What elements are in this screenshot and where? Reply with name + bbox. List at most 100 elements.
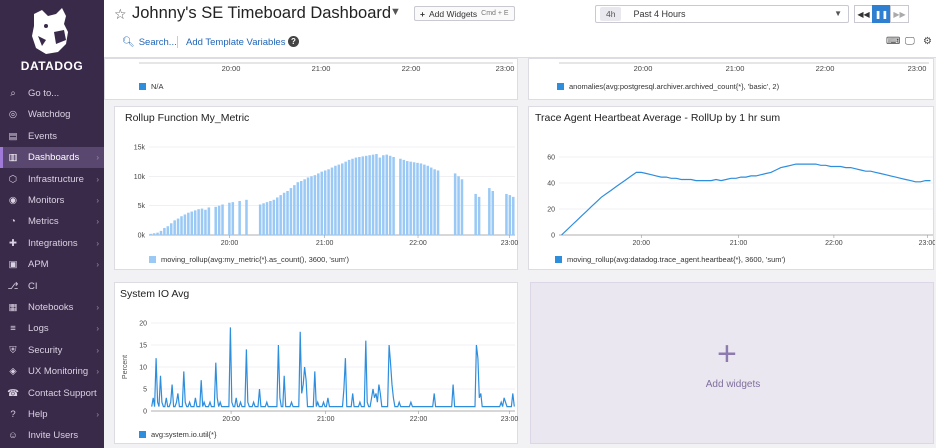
x-tick-label: 22:00 — [409, 240, 427, 247]
binoculars-icon: ◎ — [8, 109, 18, 121]
sidebar-item-events[interactable]: ▤ Events — [0, 126, 104, 147]
search-button[interactable]: 🔍︎ Search... — [122, 37, 177, 48]
legend: anomalies(avg:postgresql.archiver.archiv… — [557, 82, 779, 91]
user-add-icon: ☺ — [8, 430, 18, 442]
sidebar-item-metrics[interactable]: ◔ Metrics › — [0, 211, 104, 232]
bar — [405, 161, 409, 235]
sidebar-item-security[interactable]: ⛨ Security › — [0, 340, 104, 361]
bar — [152, 233, 156, 235]
sidebar-item-label: Go to... — [28, 88, 60, 99]
keyboard-icon[interactable]: ⌨ — [886, 36, 900, 47]
time-range-selector[interactable]: 4h Past 4 Hours ▼ — [595, 5, 849, 23]
puzzle-icon: ✚ — [9, 237, 17, 249]
sidebar-item-monitors[interactable]: ◉ Monitors › — [0, 190, 104, 211]
sidebar-item-label: Logs — [28, 323, 49, 335]
support-icon: ☎ — [7, 387, 19, 399]
x-tick-label: 23:00 — [501, 416, 519, 423]
chevron-right-icon: › — [96, 345, 99, 355]
widget-top-right[interactable]: 20:00 21:00 22:00 23:00 anomalies(avg:postg… — [528, 58, 934, 100]
sidebar-item-label: Security — [28, 344, 63, 356]
sidebar-item-ci[interactable]: ⎇ CI — [0, 276, 104, 297]
help-icon[interactable]: ? — [288, 36, 299, 47]
bar — [272, 199, 276, 235]
monitors-icon: ◉ — [8, 195, 18, 206]
add-widgets-tile[interactable]: + Add widgets — [530, 282, 934, 444]
legend: N/A — [139, 82, 164, 91]
sidebar: DATADOG ⌕ Go to... ◎ Watchdog ▤ Events ▥ Dashbo… — [0, 0, 104, 448]
sidebar-item-watchdog[interactable]: ◎ Watchdog — [0, 104, 104, 125]
brand-name: DATADOG — [20, 59, 84, 73]
bar — [457, 176, 460, 235]
sidebar-item-ux-monitoring[interactable]: ◈ UX Monitoring › — [0, 361, 104, 382]
add-template-variables-link[interactable]: Add Template Variables — [186, 37, 285, 48]
ux-icon: ◈ — [9, 366, 17, 378]
bar — [258, 204, 262, 235]
bar — [187, 212, 190, 235]
bar — [378, 157, 382, 235]
sidebar-item-infrastructure[interactable]: ⬡ Infrastructure › — [0, 169, 104, 190]
bar — [382, 155, 385, 235]
hexagons-icon: ⬡ — [8, 173, 18, 185]
bar — [306, 177, 310, 235]
sidebar-item-integrations[interactable]: ✚ Integrations › — [0, 233, 104, 254]
bar — [491, 191, 495, 235]
dog-logo-icon — [32, 8, 68, 54]
x-tick-label: 21:00 — [726, 64, 745, 73]
bar — [347, 159, 351, 235]
sidebar-item-label: UX Monitoring — [28, 366, 89, 378]
add-widgets-label: Add widgets — [705, 379, 761, 390]
chevron-right-icon: › — [96, 196, 99, 205]
time-forward-button[interactable]: ▶▶ — [890, 5, 909, 23]
x-tick-label: 22:00 — [410, 416, 428, 423]
chevron-right-icon: › — [96, 174, 99, 184]
bar — [313, 175, 317, 235]
bar — [176, 218, 180, 235]
x-tick-label: 22:00 — [402, 64, 421, 73]
tv-mode-icon[interactable]: 🖵︎ — [905, 36, 915, 47]
chevron-down-icon[interactable]: ▼ — [390, 6, 401, 18]
top-right-axis: 20:00 21:00 22:00 23:00 — [559, 62, 929, 73]
chevron-right-icon: › — [96, 238, 99, 248]
time-range-label: Past 4 Hours — [633, 9, 686, 19]
add-widgets-button[interactable]: + Add Widgets Cmd + E — [414, 6, 515, 21]
sidebar-item-dashboards[interactable]: ▥ Dashboards › — [0, 147, 104, 169]
chevron-right-icon: › — [96, 153, 99, 163]
pause-button[interactable]: ❚❚ — [872, 5, 891, 23]
sidebar-item-label: Watchdog — [28, 109, 71, 121]
bar — [204, 209, 207, 235]
sidebar-item-apm[interactable]: ▣ APM › — [0, 254, 104, 275]
time-back-button[interactable]: ◀◀ — [854, 5, 873, 23]
y-tick-label: 5k — [138, 203, 146, 210]
sidebar-item-invite-users[interactable]: ☺ Invite Users — [0, 425, 104, 446]
series-line — [561, 163, 931, 236]
chevron-right-icon: › — [96, 367, 99, 377]
widget-top-left[interactable]: 20:00 21:00 22:00 23:00 N/A — [104, 58, 518, 100]
bar — [385, 154, 388, 235]
bar — [392, 156, 395, 235]
widget-trace-agent-heartbeat[interactable]: Trace Agent Heartbeat Average - RollUp b… — [528, 106, 935, 270]
bar — [419, 163, 423, 235]
bar — [217, 205, 221, 235]
sidebar-item-contact-support[interactable]: ☎ Contact Support — [0, 383, 104, 404]
bar — [317, 173, 320, 235]
x-tick-label: 21:00 — [317, 416, 335, 423]
x-tick-label: 20:00 — [221, 240, 239, 247]
y-tick-label: 20 — [139, 321, 147, 328]
sidebar-item-help[interactable]: ? Help › — [0, 404, 104, 425]
bar — [402, 159, 406, 235]
widget-system-io[interactable]: System IO Avg 20 15 10 5 0 20:00 21:00 22:00 23:… — [114, 282, 518, 444]
datadog-logo[interactable]: DATADOG — [0, 0, 104, 80]
gear-icon[interactable]: ⚙ — [923, 36, 932, 47]
favorite-star-icon[interactable]: ☆ — [114, 6, 127, 23]
sidebar-item-go-to[interactable]: ⌕ Go to... — [0, 83, 104, 104]
sidebar-item-notebooks[interactable]: ▦ Notebooks › — [0, 297, 104, 318]
chevron-down-icon: ▼ — [834, 9, 842, 18]
heartbeat-line-chart: 60 40 20 0 20:00 21:00 22:00 23:00 — [547, 155, 935, 248]
sidebar-item-logs[interactable]: ≡ Logs › — [0, 318, 104, 339]
add-widgets-shortcut: Cmd + E — [481, 10, 509, 17]
y-tick-label: 10 — [139, 365, 147, 372]
bar — [276, 197, 279, 235]
bar — [183, 214, 187, 235]
sidebar-item-label: APM — [28, 259, 49, 271]
widget-rollup-function[interactable]: Rollup Function My_Metric 15k 10k 5k 0k 20:0… — [114, 106, 518, 270]
